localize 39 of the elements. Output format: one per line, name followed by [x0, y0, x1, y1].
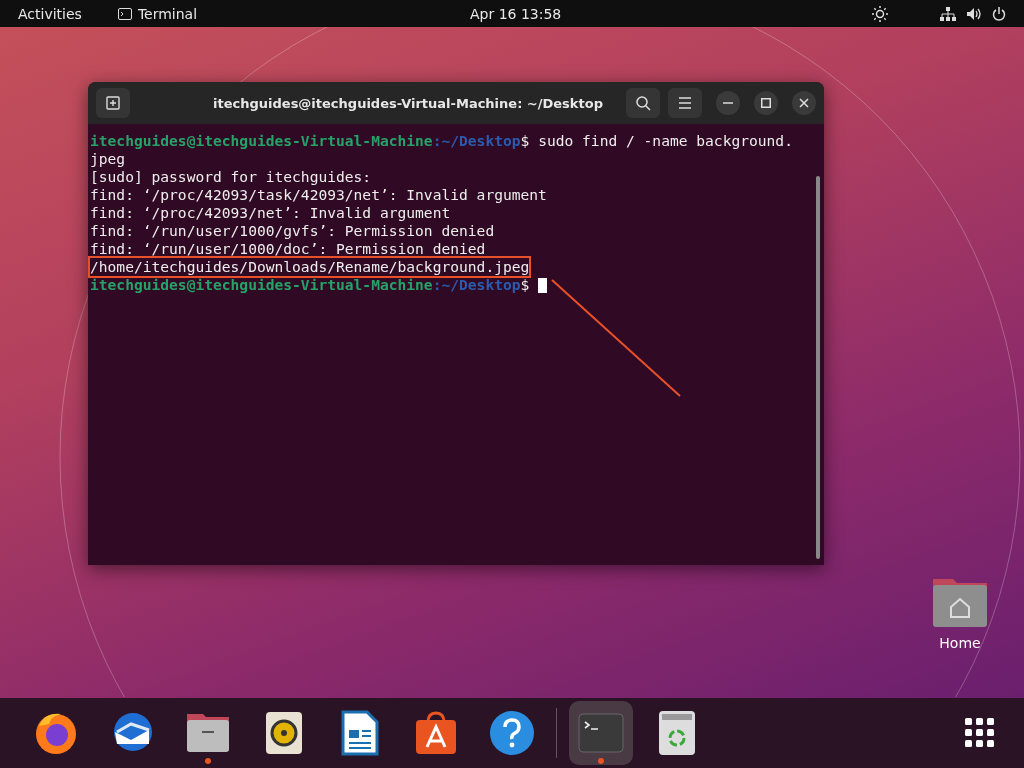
brightness-icon[interactable] — [872, 5, 888, 22]
minimize-button[interactable] — [716, 91, 740, 115]
terminal-line: /home/itechguides/Downloads/Rename/background.jpeg — [90, 258, 530, 276]
volume-icon[interactable] — [966, 6, 982, 21]
terminal-line: find: ‘/proc/42093/net’: Invalid argument — [90, 204, 451, 222]
app-grid-icon — [965, 718, 995, 748]
terminal-line: find: ‘/run/user/1000/gvfs’: Permission denied — [90, 222, 495, 240]
terminal-line: find: ‘/proc/42093/task/42093/net’: Invalid argument — [90, 186, 547, 204]
menu-icon — [678, 97, 692, 109]
new-tab-icon — [106, 96, 120, 110]
speaker-icon — [265, 711, 303, 755]
terminal-line: itechguides@itechguides-Virtual-Machine:~/Desktop$ sudo find / -name background. — [90, 132, 793, 150]
window-title: itechguides@itechguides-Virtual-Machine: ~/Desktop — [212, 95, 604, 111]
maximize-icon — [761, 98, 771, 108]
power-icon[interactable] — [992, 6, 1006, 21]
terminal-icon — [578, 713, 624, 753]
desktop-icon-label[interactable]: Home — [939, 635, 981, 651]
search-button[interactable] — [626, 88, 660, 118]
search-icon — [635, 95, 651, 111]
trash-icon — [658, 710, 696, 756]
terminal-line: find: ‘/run/user/1000/doc’: Permission denied — [90, 240, 486, 258]
folder-icon — [185, 712, 231, 754]
help-icon — [489, 710, 535, 756]
minimize-icon — [723, 102, 733, 104]
network-icon[interactable] — [940, 6, 956, 21]
menu-button[interactable] — [668, 88, 702, 118]
terminal-line: jpeg — [90, 150, 126, 168]
clock[interactable]: Apr 16 13:58 — [470, 5, 562, 22]
app-menu[interactable]: Terminal — [117, 5, 198, 22]
maximize-button[interactable] — [754, 91, 778, 115]
activities-button[interactable]: Activities — [18, 5, 82, 22]
terminal-line: itechguides@itechguides-Virtual-Machine:~/Desktop$ — [90, 276, 548, 294]
close-button[interactable] — [792, 91, 816, 115]
new-tab-button[interactable] — [96, 88, 130, 118]
document-icon — [341, 710, 379, 756]
terminal-line: [sudo] password for itechguides: — [90, 168, 372, 186]
terminal-icon — [117, 7, 132, 20]
shopping-bag-icon — [413, 710, 459, 756]
close-icon — [799, 98, 809, 108]
